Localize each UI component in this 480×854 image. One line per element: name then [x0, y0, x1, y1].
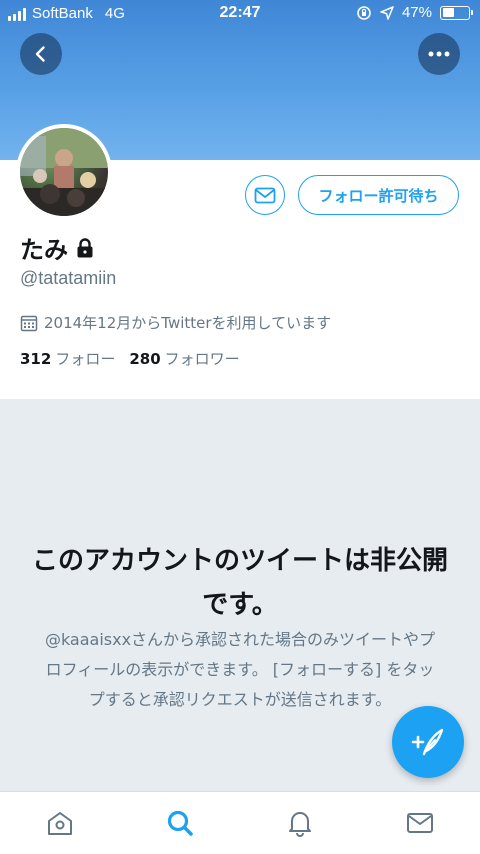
avatar-photo-art [20, 128, 108, 216]
tab-notifications[interactable] [240, 792, 360, 854]
profile-handle: @tatatamiin [20, 268, 117, 288]
search-icon [167, 810, 193, 836]
avatar[interactable] [16, 124, 112, 220]
tab-messages[interactable] [360, 792, 480, 854]
notifications-bell-icon [289, 812, 311, 837]
tab-search[interactable] [120, 792, 240, 854]
battery-percent: 47% [401, 4, 432, 21]
avatar-photo [20, 128, 108, 216]
location-arrow-icon [380, 5, 394, 20]
status-bar: SoftBank 4G 22:47 47% [0, 0, 480, 28]
more-options-button[interactable] [418, 33, 460, 75]
followers-link[interactable]: 280 フォロワー [129, 348, 239, 369]
message-button[interactable] [245, 175, 285, 215]
messages-envelope-icon [407, 813, 433, 833]
ellipsis-icon [428, 51, 450, 57]
joined-date-text: 2014年12月からTwitterを利用しています [44, 314, 332, 332]
following-count: 312 [20, 350, 52, 368]
profile-name-row: たみ [20, 230, 94, 265]
protected-notice-title: このアカウントのツイートは非公開です。 [31, 546, 448, 620]
status-right: 47% [356, 4, 473, 21]
follow-counts: 312 フォロー 280 フォロワー [20, 348, 240, 369]
compose-tweet-icon [411, 728, 444, 756]
followers-count: 280 [129, 350, 161, 368]
orientation-lock-icon [357, 5, 371, 20]
calendar-icon [20, 315, 38, 331]
chevron-left-icon [35, 46, 45, 62]
tab-home[interactable] [0, 792, 120, 854]
followers-label: フォロワー [164, 350, 240, 368]
following-link[interactable]: 312 フォロー [20, 348, 115, 369]
display-name: たみ [20, 236, 68, 264]
lock-icon [77, 237, 93, 257]
battery-icon [440, 5, 473, 20]
compose-tweet-button[interactable] [392, 706, 464, 778]
follow-pending-button[interactable]: フォロー許可待ち [298, 175, 459, 215]
protected-notice-body: @kaaaisxxさんから承認された場合のみツイートやプロフィールの表示ができま… [44, 630, 436, 709]
battery-fill [442, 8, 455, 17]
envelope-icon [254, 187, 276, 203]
following-label: フォロー [55, 350, 116, 368]
bottom-tab-bar [0, 791, 480, 854]
joined-date-row: 2014年12月からTwitterを利用しています [20, 312, 331, 333]
home-icon [48, 812, 72, 835]
back-button[interactable] [20, 33, 62, 75]
